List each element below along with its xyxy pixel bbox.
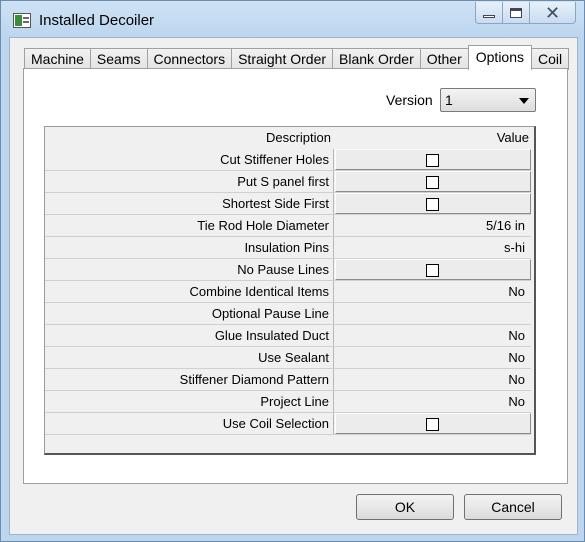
row-value[interactable]: 5/16 in [335,215,531,236]
minimize-button[interactable] [475,2,503,24]
row-label: Use Coil Selection [45,413,334,434]
grid-row: Shortest Side First [45,193,531,215]
cancel-button[interactable]: Cancel [464,494,562,520]
row-label: Put S panel first [45,171,334,192]
row-checkbox-cell[interactable] [335,259,531,280]
app-icon [13,13,31,28]
row-value[interactable]: s-hi [335,237,531,258]
dialog-window: Installed Decoiler ✕ Machine Seams Connect… [0,0,585,542]
version-dropdown[interactable]: 1 [440,88,536,112]
caption-buttons: ✕ [475,2,576,24]
row-label: Project Line [45,391,334,412]
row-value[interactable]: No [335,325,531,346]
grid-row: Tie Rod Hole Diameter 5/16 in [45,215,531,237]
grid-row: Insulation Pins s-hi [45,237,531,259]
tab-machine[interactable]: Machine [24,48,91,70]
minimize-icon [483,15,495,18]
window-title: Installed Decoiler [39,12,155,29]
row-value[interactable]: No [335,347,531,368]
grid-header: Description Value [45,127,535,149]
maximize-button[interactable] [503,2,530,24]
grid-row: Use Sealant No [45,347,531,369]
title-bar[interactable]: Installed Decoiler ✕ [1,1,584,37]
options-tab-panel: Version 1 Description Value Cut Stiffene… [23,68,568,484]
row-label: Combine Identical Items [45,281,334,302]
row-checkbox-cell[interactable] [335,193,531,214]
row-label: No Pause Lines [45,259,334,280]
grid-row: Use Coil Selection [45,413,531,435]
grid-row: Glue Insulated Duct No [45,325,531,347]
grid-row: Put S panel first [45,171,531,193]
row-label: Optional Pause Line [45,303,334,324]
checkbox[interactable] [426,198,439,211]
dialog-client-area: Machine Seams Connectors Straight Order Blan… [9,37,578,535]
tab-straight-order[interactable]: Straight Order [231,48,334,70]
version-label: Version [386,92,433,108]
row-label: Insulation Pins [45,237,334,258]
row-label: Cut Stiffener Holes [45,149,334,170]
dropdown-arrow-icon [519,98,529,104]
checkbox[interactable] [426,154,439,167]
tab-strip: Machine Seams Connectors Straight Order Blan… [24,45,570,70]
close-button[interactable]: ✕ [530,2,576,24]
version-selected-value: 1 [445,92,453,108]
row-checkbox-cell[interactable] [335,149,531,170]
row-label: Shortest Side First [45,193,334,214]
row-value[interactable] [335,303,531,324]
checkbox[interactable] [426,264,439,277]
row-label: Glue Insulated Duct [45,325,334,346]
row-label: Use Sealant [45,347,334,368]
grid-row: Combine Identical Items No [45,281,531,303]
row-label: Tie Rod Hole Diameter [45,215,334,236]
checkbox[interactable] [426,176,439,189]
row-value[interactable]: No [335,281,531,302]
ok-button[interactable]: OK [356,494,454,520]
tab-coil[interactable]: Coil [531,48,570,70]
row-value[interactable]: No [335,369,531,390]
tab-connectors[interactable]: Connectors [146,48,233,70]
checkbox[interactable] [426,418,439,431]
tab-options[interactable]: Options [467,45,532,70]
value-column-header: Value [496,130,529,145]
tab-other[interactable]: Other [419,48,469,70]
grid-row: Optional Pause Line [45,303,531,325]
grid-row: No Pause Lines [45,259,531,281]
close-icon: ✕ [544,2,561,23]
options-grid: Description Value Cut Stiffener Holes Put… [44,126,536,455]
maximize-icon [510,7,522,18]
row-label: Stiffener Diamond Pattern [45,369,334,390]
row-checkbox-cell[interactable] [335,413,531,434]
row-value[interactable]: No [335,391,531,412]
grid-row: Project Line No [45,391,531,413]
description-column-header: Description [265,130,331,145]
tab-seams[interactable]: Seams [89,48,148,70]
grid-row: Stiffener Diamond Pattern No [45,369,531,391]
grid-row: Cut Stiffener Holes [45,149,531,171]
row-checkbox-cell[interactable] [335,171,531,192]
tab-blank-order[interactable]: Blank Order [332,48,421,70]
